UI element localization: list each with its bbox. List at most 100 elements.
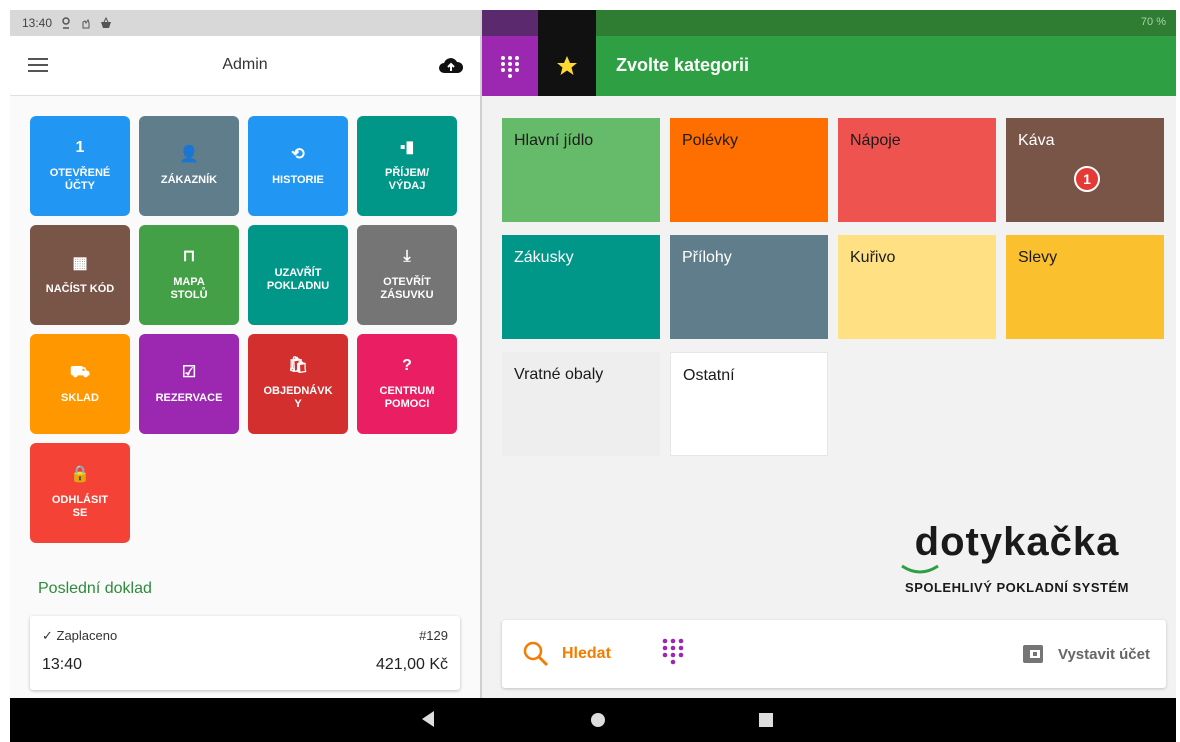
- issue-bill-button[interactable]: Vystavit účet: [1022, 634, 1150, 674]
- category-label: Hlavní jídlo: [514, 132, 594, 149]
- keypad-grid-button[interactable]: [482, 36, 538, 96]
- tile-label: CENTRUM POMOCI: [379, 385, 435, 410]
- back-icon[interactable]: [420, 710, 436, 728]
- keypad-icon: [501, 56, 519, 78]
- person-icon: 👤: [179, 145, 199, 163]
- hand-icon: [82, 18, 90, 29]
- tile-p-jem-v-daj[interactable]: ▪▮ PŘÍJEM/ VÝDAJ: [357, 116, 457, 216]
- category-label: Nápoje: [850, 132, 901, 149]
- star-icon: [557, 56, 577, 75]
- warehouse-icon: ⛟: [69, 363, 91, 381]
- tile-z-kazn-k[interactable]: 👤 ZÁKAZNÍK: [139, 116, 239, 216]
- category-label: Kuřivo: [850, 249, 896, 266]
- receipt-number: #129: [419, 628, 448, 643]
- home-icon[interactable]: [590, 712, 606, 728]
- app-bar: Admin: [10, 36, 480, 96]
- favorites-button[interactable]: [538, 36, 596, 96]
- receipt-time: 13:40: [42, 656, 83, 673]
- tile-otev-t-z-suvku[interactable]: ⤓ OTEVŘÍT ZÁSUVKU: [357, 225, 457, 325]
- recents-icon[interactable]: [758, 712, 774, 728]
- tile-label: HISTORIE: [272, 173, 324, 186]
- tile-objedn-vk-y[interactable]: 🛍 OBJEDNÁVK Y: [248, 334, 348, 434]
- search-button[interactable]: Hledat: [522, 634, 611, 674]
- status-bar-right: 70 %: [482, 10, 1176, 36]
- search-icon: [523, 641, 549, 667]
- history-icon: ⟲: [291, 145, 305, 163]
- left-panel: 13:40 Admin 1 OTEVŘENÉ ÚČTY 👤 ZÁKAZNÍK ⟲ HIST…: [10, 10, 480, 698]
- category-label: Přílohy: [682, 249, 732, 266]
- category-label: Ostatní: [683, 367, 735, 384]
- category-0[interactable]: Hlavní jídlo: [502, 118, 660, 222]
- lock-icon: 🔒: [70, 466, 90, 483]
- tile-sklad[interactable]: ⛟ SKLAD: [30, 334, 130, 434]
- tile-label: PŘÍJEM/ VÝDAJ: [384, 167, 429, 192]
- tile-label: REZERVACE: [155, 391, 223, 404]
- right-panel: 70 % Zvolte kategorii Hlavní jídlo Polévk…: [482, 10, 1176, 698]
- category-2[interactable]: Nápoje: [838, 118, 996, 222]
- dotykacka-logo: dotykačka SPOLEHLIVÝ POKLADNÍ SYSTÉM: [872, 520, 1162, 600]
- category-label: Zákusky: [514, 249, 574, 266]
- category-label: Vratné obaly: [514, 366, 604, 383]
- tile-na-st-k-d[interactable]: ▦ NAČÍST KÓD: [30, 225, 130, 325]
- status-bar: 13:40: [10, 10, 480, 36]
- page-title: Zvolte kategorii: [616, 55, 750, 75]
- location-icon: [62, 17, 70, 29]
- category-label: Káva: [1018, 132, 1055, 149]
- category-7[interactable]: Slevy: [1006, 235, 1164, 339]
- tile-rezervace[interactable]: ☑ REZERVACE: [139, 334, 239, 434]
- category-header: Zvolte kategorii: [482, 36, 1176, 96]
- logo-tagline: SPOLEHLIVÝ POKLADNÍ SYSTÉM: [905, 580, 1129, 595]
- search-label: Hledat: [562, 645, 611, 662]
- drawer-icon: ⤓: [403, 248, 411, 265]
- status-time: 13:40: [22, 16, 53, 30]
- receipt-amount: 421,00 Kč: [375, 656, 448, 673]
- wallet-icon: [1023, 645, 1043, 663]
- tile-historie[interactable]: ⟲ HISTORIE: [248, 116, 348, 216]
- category-label: Polévky: [682, 132, 739, 149]
- table-icon: ⊓: [182, 248, 196, 265]
- tile-otev-en-ty[interactable]: 1 OTEVŘENÉ ÚČTY: [30, 116, 130, 216]
- user-title: Admin: [222, 56, 268, 73]
- basket-icon: [101, 17, 112, 28]
- last-receipt-card[interactable]: ✓ Zaplaceno #129 13:40 421,00 Kč: [30, 616, 460, 690]
- cash-icon: ▪▮: [399, 139, 415, 156]
- tile-centrum-pomoci[interactable]: ? CENTRUM POMOCI: [357, 334, 457, 434]
- tile-label: ODHLÁSIT SE: [51, 494, 109, 519]
- battery-status: 70 %: [1140, 16, 1166, 28]
- category-4[interactable]: Zákusky: [502, 235, 660, 339]
- qr-code-icon: ▦: [72, 254, 88, 272]
- tile-label: OBJEDNÁVK Y: [263, 385, 333, 410]
- receipt-status: ✓ Zaplaceno: [42, 628, 118, 643]
- tile-odhl-sit-se[interactable]: 🔒 ODHLÁSIT SE: [30, 443, 130, 543]
- category-6[interactable]: Kuřivo: [838, 235, 996, 339]
- tile-label: OTEVŘÍT ZÁSUVKU: [380, 276, 434, 301]
- shopping-bag-icon: 🛍: [287, 357, 309, 374]
- cloud-upload-icon[interactable]: [438, 54, 464, 78]
- last-document-title: Poslední doklad: [38, 580, 152, 597]
- open-accounts-count: 1: [75, 139, 85, 156]
- tile-mapa-stol[interactable]: ⊓ MAPA STOLŮ: [139, 225, 239, 325]
- tile-label: OTEVŘENÉ ÚČTY: [49, 167, 111, 192]
- category-9[interactable]: Ostatní: [670, 352, 828, 456]
- app-frame: 13:40 Admin 1 OTEVŘENÉ ÚČTY 👤 ZÁKAZNÍK ⟲ HIST…: [10, 10, 1176, 742]
- tile-uzav-t-pokladnu[interactable]: UZAVŘÍT POKLADNU: [248, 225, 348, 325]
- tile-label: SKLAD: [61, 391, 99, 404]
- count-badge: 1: [1074, 166, 1100, 192]
- help-icon: ?: [402, 357, 412, 374]
- tile-label: UZAVŘÍT POKLADNU: [266, 267, 330, 292]
- bottom-action-bar: Hledat Vystavit účet: [502, 620, 1166, 688]
- tile-label: MAPA STOLŮ: [170, 276, 208, 301]
- calendar-icon: ☑: [181, 363, 197, 381]
- category-5[interactable]: Přílohy: [670, 235, 828, 339]
- category-8[interactable]: Vratné obaly: [502, 352, 660, 456]
- tile-label: NAČÍST KÓD: [45, 282, 115, 295]
- issue-bill-label: Vystavit účet: [1058, 645, 1150, 663]
- category-3[interactable]: Káva 1: [1006, 118, 1164, 222]
- keypad-icon[interactable]: [658, 636, 688, 672]
- category-label: Slevy: [1018, 249, 1058, 266]
- system-nav-bar: [10, 698, 1176, 742]
- logo-smile-icon: [901, 564, 939, 574]
- tile-label: ZÁKAZNÍK: [160, 173, 218, 186]
- category-1[interactable]: Polévky: [670, 118, 828, 222]
- logo-wordmark: dotykačka: [914, 520, 1120, 564]
